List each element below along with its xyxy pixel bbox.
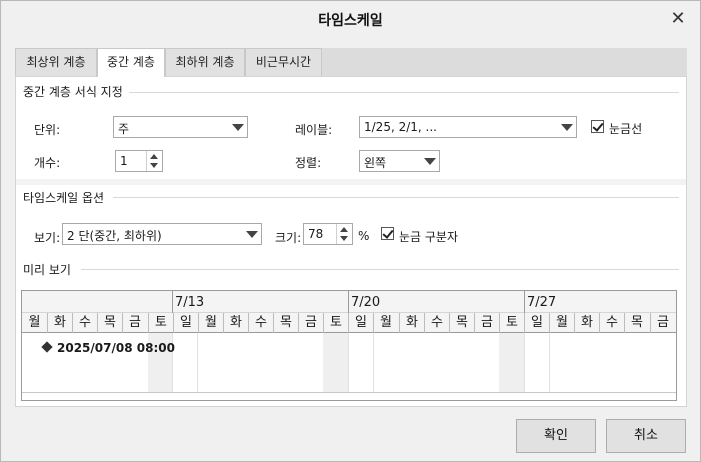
align-label: 정렬: [295, 156, 322, 170]
day-cell: 목 [624, 313, 649, 333]
day-cell: 일 [524, 313, 549, 333]
day-cell: 월 [198, 313, 223, 333]
day-cell: 목 [449, 313, 474, 333]
percent-sign: % [358, 229, 370, 243]
tab-non-working-time[interactable]: 비근무시간 [245, 48, 322, 76]
title-bar: 타임스케일 ✕ [1, 1, 700, 39]
milestone-date: 2025/07/08 08:00 [57, 341, 175, 355]
tick-lines-label: 눈금선 [609, 122, 643, 136]
spin-down-icon[interactable] [340, 236, 348, 241]
count-spinner[interactable]: 1 [115, 150, 163, 172]
day-cell: 금 [474, 313, 499, 333]
middle-tier-section-title: 중간 계층 서식 지정 [23, 83, 129, 100]
tab-strip-background [322, 48, 687, 76]
chevron-down-icon [424, 158, 436, 165]
close-icon[interactable]: ✕ [666, 7, 690, 31]
week-label: 7/20 [351, 295, 381, 310]
day-cell: 일 [173, 313, 198, 333]
chevron-down-icon [232, 124, 244, 131]
chevron-down-icon [246, 231, 258, 238]
divider [127, 92, 679, 93]
tab-bottom-tier[interactable]: 최하위 계층 [165, 48, 245, 76]
preview-bottom-border [22, 392, 676, 393]
scale-separator-checkbox[interactable] [381, 227, 394, 240]
milestone-diamond-icon [41, 341, 53, 353]
day-cell: 금 [298, 313, 323, 333]
day-cell: 화 [399, 313, 424, 333]
week-cell: 7/27 [524, 291, 676, 313]
unit-dropdown[interactable]: 주 [113, 116, 248, 138]
dialog-title: 타임스케일 [318, 13, 383, 29]
week-label: 7/13 [175, 295, 205, 310]
size-spinner[interactable]: 78 [303, 223, 353, 245]
spin-down-icon[interactable] [150, 163, 158, 168]
day-cell: 일 [348, 313, 373, 333]
divider [81, 269, 679, 270]
day-cell: 금 [650, 313, 675, 333]
preview-title: 미리 보기 [23, 261, 77, 278]
spin-up-icon[interactable] [150, 154, 158, 159]
unit-label: 단위: [34, 123, 61, 137]
day-cell: 수 [599, 313, 624, 333]
show-value: 2 단(중간, 최하위) [67, 229, 162, 243]
count-value: 1 [120, 154, 128, 168]
timescale-preview: 7/13 7/20 7/27 월화수목금토일월화수목금토일월화수목금토일월화수목… [21, 290, 677, 401]
spin-up-icon[interactable] [340, 227, 348, 232]
week-label: 7/27 [527, 295, 557, 310]
week-gridline [549, 333, 550, 392]
spinner-buttons[interactable] [146, 151, 162, 171]
day-cell: 화 [47, 313, 72, 333]
week-gridline [197, 333, 198, 392]
timescale-dialog: 타임스케일 ✕ 최상위 계층 중간 계층 최하위 계층 비근무시간 중간 계층 … [0, 0, 701, 462]
spinner-buttons[interactable] [336, 224, 352, 244]
size-value: 78 [308, 227, 324, 241]
scale-separator-label: 눈금 구분자 [399, 230, 459, 244]
day-cell: 수 [424, 313, 449, 333]
day-cell: 토 [499, 313, 524, 333]
day-cell: 화 [223, 313, 248, 333]
day-cell: 금 [122, 313, 147, 333]
week-cell: 7/13 [172, 291, 348, 313]
day-cell: 수 [248, 313, 273, 333]
day-cell: 수 [72, 313, 97, 333]
week-cell: 7/20 [348, 291, 524, 313]
label-format-dropdown[interactable]: 1/25, 2/1, ... [359, 116, 577, 138]
milestone: 2025/07/08 08:00 [41, 341, 175, 355]
week-gridline [524, 333, 525, 392]
week-gridline [373, 333, 374, 392]
show-label: 보기: [34, 231, 61, 245]
unit-value: 주 [118, 122, 130, 136]
nonworking-shade [499, 333, 524, 392]
day-cell: 토 [323, 313, 348, 333]
chevron-down-icon [561, 124, 573, 131]
day-cell: 목 [273, 313, 298, 333]
nonworking-shade [323, 333, 348, 392]
show-dropdown[interactable]: 2 단(중간, 최하위) [62, 223, 262, 245]
label-format-value: 1/25, 2/1, ... [364, 120, 437, 134]
tick-lines-checkbox[interactable] [591, 120, 604, 133]
day-cell: 월 [28, 315, 41, 330]
cancel-button[interactable]: 취소 [606, 419, 686, 453]
day-cell: 목 [97, 313, 122, 333]
week-gridline [348, 333, 349, 392]
label-label: 레이블: [295, 123, 333, 137]
day-cell: 화 [574, 313, 599, 333]
align-dropdown[interactable]: 왼쪽 [359, 150, 440, 172]
day-cell: 토 [148, 313, 173, 333]
align-value: 왼쪽 [364, 156, 387, 170]
day-cell: 월 [549, 313, 574, 333]
size-label: 크기: [275, 231, 302, 245]
tab-top-tier[interactable]: 최상위 계층 [15, 48, 97, 76]
day-cell: 월 [373, 313, 398, 333]
timescale-options-title: 타임스케일 옵션 [23, 189, 111, 206]
divider [113, 197, 679, 198]
ok-button[interactable]: 확인 [516, 419, 596, 453]
tab-middle-tier[interactable]: 중간 계층 [97, 48, 165, 77]
count-label: 개수: [34, 156, 61, 170]
